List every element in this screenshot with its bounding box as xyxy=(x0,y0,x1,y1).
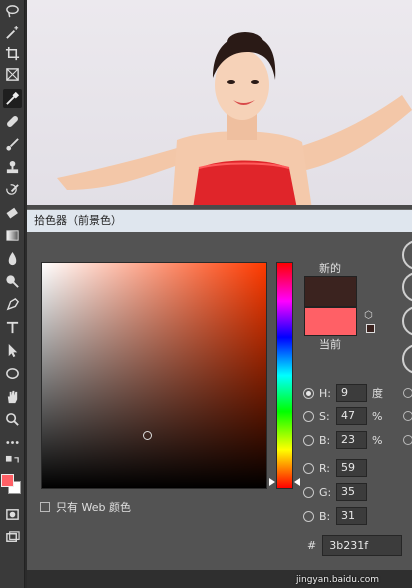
field-row-brightness: B: 23 % xyxy=(303,430,382,450)
path-selection-icon[interactable] xyxy=(3,341,22,360)
ok-button[interactable] xyxy=(402,240,412,270)
hue-input[interactable]: 9 xyxy=(336,384,367,402)
lab-a-radio[interactable] xyxy=(403,411,412,421)
eraser-icon[interactable] xyxy=(3,204,22,223)
hue-radio[interactable] xyxy=(303,387,314,399)
zoom-icon[interactable] xyxy=(3,410,22,429)
stamp-icon[interactable] xyxy=(3,158,22,177)
hue-slider-left-handle[interactable] xyxy=(269,478,275,486)
web-only-label: 只有 Web 颜色 xyxy=(56,501,131,514)
new-color-swatch xyxy=(304,276,357,307)
field-row-saturation: S: 47 % xyxy=(303,406,382,426)
red-input[interactable]: 59 xyxy=(336,459,367,477)
hue-slider-right-handle[interactable] xyxy=(294,478,300,486)
green-input[interactable]: 35 xyxy=(336,483,367,501)
blue-input[interactable]: 31 xyxy=(336,507,367,525)
dodge-icon[interactable] xyxy=(3,272,22,291)
web-safe-swatch-icon[interactable] xyxy=(366,324,375,333)
ellipse-icon[interactable] xyxy=(3,364,22,383)
swap-colors-icon[interactable] xyxy=(3,455,22,468)
lab-b-radio[interactable] xyxy=(403,435,412,445)
magic-wand-icon[interactable] xyxy=(3,23,22,42)
lasso-icon[interactable] xyxy=(3,2,22,21)
quick-mask-icon[interactable] xyxy=(3,505,22,524)
brush-icon[interactable] xyxy=(3,135,22,154)
out-of-gamut-cube-icon[interactable]: ⬡ xyxy=(364,310,375,321)
add-to-swatches-button[interactable] xyxy=(402,306,412,336)
saturation-input[interactable]: 47 xyxy=(336,407,367,425)
pen-icon[interactable] xyxy=(3,295,22,314)
screen-mode-icon[interactable] xyxy=(3,528,22,547)
green-radio[interactable] xyxy=(303,486,314,498)
gradient-icon[interactable] xyxy=(3,226,22,245)
eyedropper-icon[interactable] xyxy=(3,89,22,108)
brightness-radio[interactable] xyxy=(303,434,314,446)
current-color-swatch[interactable] xyxy=(304,307,357,336)
foreground-color-swatch[interactable] xyxy=(1,474,14,487)
hex-input[interactable]: 3b231f xyxy=(322,535,403,556)
new-color-label: 新的 xyxy=(319,262,341,275)
healing-brush-icon[interactable] xyxy=(3,112,22,131)
current-color-label: 当前 xyxy=(319,338,341,351)
color-picker-dialog: 拾色器（前景色） 新的 当前 ⬡ H: 9 度 S: 47 % B: 23 % … xyxy=(27,209,412,570)
photoshop-window: 拾色器（前景色） 新的 当前 ⬡ H: 9 度 S: 47 % B: 23 % … xyxy=(0,0,412,588)
web-only-checkbox[interactable] xyxy=(40,502,50,512)
web-only-option: 只有 Web 颜色 xyxy=(40,499,131,515)
tools-panel xyxy=(0,0,25,588)
hex-row: # 3b231f xyxy=(307,535,403,556)
blue-radio[interactable] xyxy=(303,510,314,522)
color-field[interactable] xyxy=(41,262,267,489)
watermark-text: jingyan.baidu.com xyxy=(296,575,380,585)
cancel-button[interactable] xyxy=(402,272,412,302)
hand-icon[interactable] xyxy=(3,387,22,406)
field-row-green: G: 35 xyxy=(303,482,367,502)
dialog-title: 拾色器（前景色） xyxy=(27,210,412,232)
color-field-cursor[interactable] xyxy=(143,431,152,440)
type-icon[interactable] xyxy=(3,318,22,337)
saturation-radio[interactable] xyxy=(303,410,314,422)
hue-slider[interactable] xyxy=(276,262,293,489)
portrait-photo xyxy=(57,32,412,209)
field-row-red: R: 59 xyxy=(303,458,367,478)
history-brush-icon[interactable] xyxy=(3,181,22,200)
crop-icon[interactable] xyxy=(3,44,22,63)
more-icon[interactable] xyxy=(3,433,22,452)
blur-icon[interactable] xyxy=(3,249,22,268)
photo-canvas xyxy=(27,0,412,209)
lab-l-radio[interactable] xyxy=(403,388,412,398)
field-row-hue: H: 9 度 xyxy=(303,383,383,403)
brightness-input[interactable]: 23 xyxy=(336,431,367,449)
frame-icon[interactable] xyxy=(3,65,22,84)
field-row-blue: B: 31 xyxy=(303,506,367,526)
color-libraries-button[interactable] xyxy=(402,344,412,374)
red-radio[interactable] xyxy=(303,462,314,474)
